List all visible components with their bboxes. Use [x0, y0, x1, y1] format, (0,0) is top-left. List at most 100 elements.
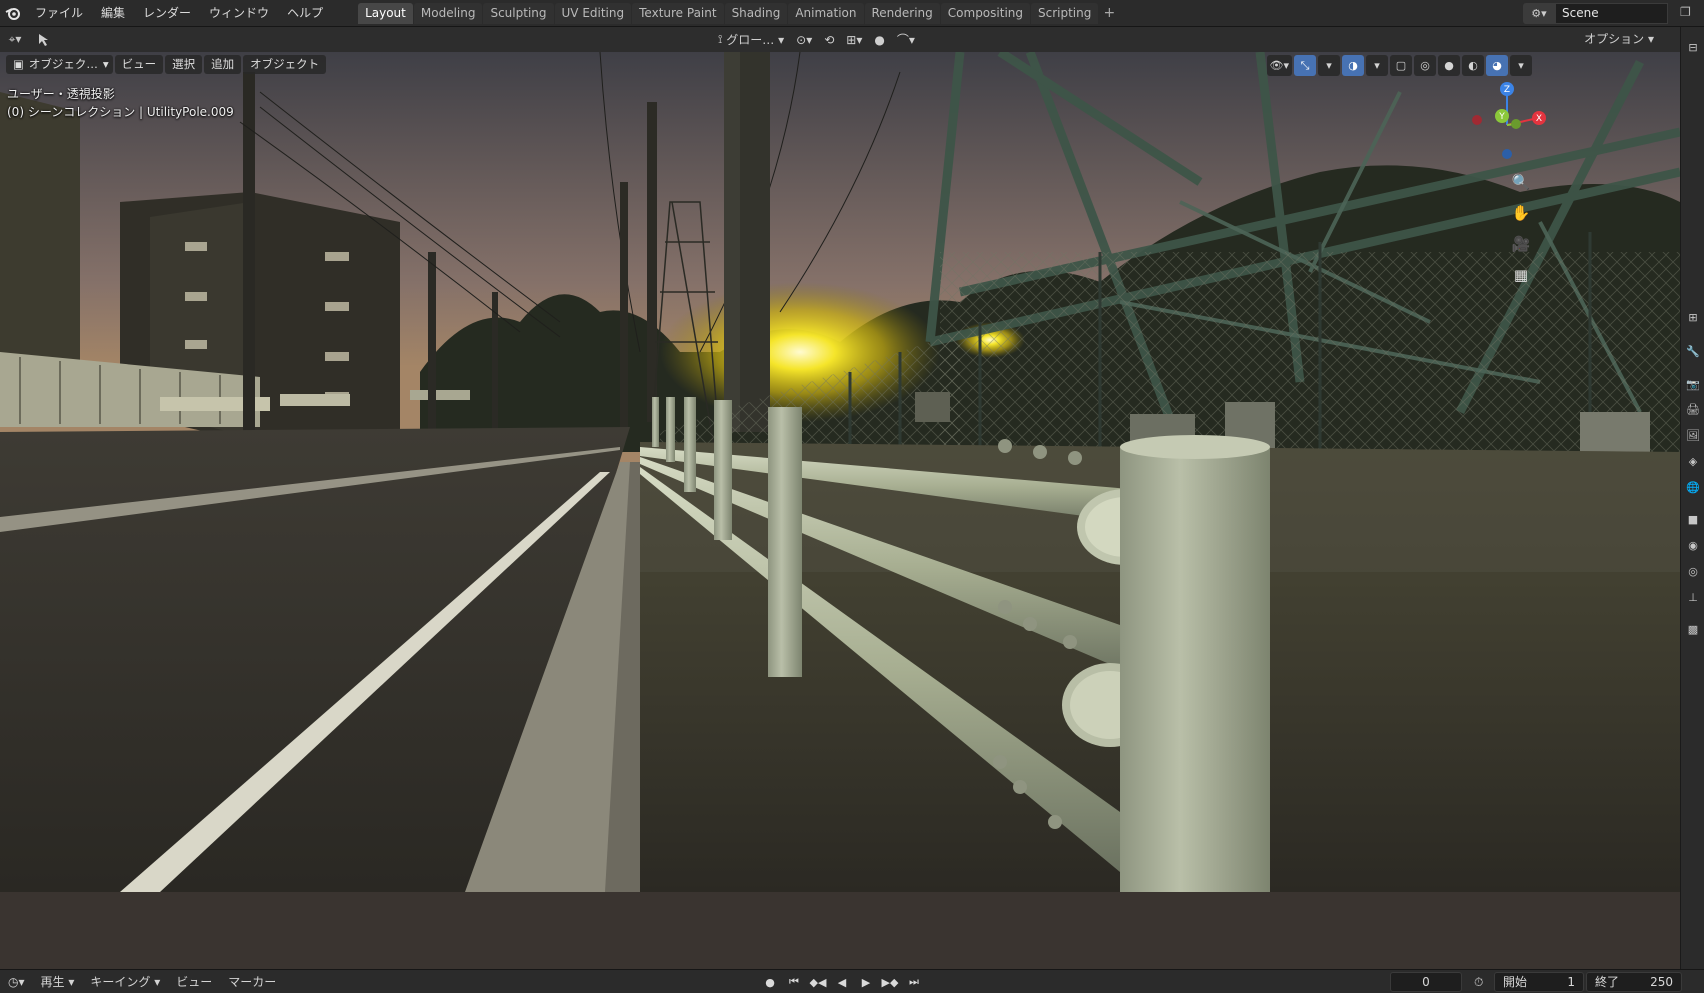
tab-texture-paint[interactable]: Texture Paint — [632, 2, 724, 24]
keying-label: キーイング — [90, 974, 151, 989]
menu-object[interactable]: オブジェクト — [243, 55, 327, 74]
new-scene-icon[interactable]: ❐ — [1680, 5, 1696, 21]
add-workspace-button[interactable]: + — [1099, 3, 1119, 24]
next-keyframe-icon[interactable]: ▶◆ — [880, 973, 900, 991]
tab-layout[interactable]: Layout — [358, 2, 413, 24]
navigation-tools: 🔍 ✋ 🎥 ▦ — [1508, 170, 1534, 287]
tool-tab-icon[interactable]: ⊞ — [1681, 305, 1704, 329]
texture-properties-icon[interactable]: ▩ — [1681, 617, 1704, 641]
constraint-properties-icon[interactable]: ⊥ — [1681, 585, 1704, 609]
zoom-icon[interactable]: 🔍 — [1508, 170, 1534, 194]
end-value: 250 — [1650, 975, 1673, 989]
physics-properties-icon[interactable]: ◎ — [1681, 559, 1704, 583]
scene-selector[interactable]: ⚙▾ Scene — [1523, 3, 1668, 24]
top-bar: ファイル 編集 レンダー ウィンドウ ヘルプ Layout Modeling S… — [0, 0, 1704, 27]
collapse-icon[interactable]: ⊟ — [1681, 35, 1704, 59]
tool-settings-icon[interactable]: 🔧 — [1681, 339, 1704, 363]
scene-name-field[interactable]: Scene — [1555, 3, 1668, 24]
orientation-label: グロー… — [726, 33, 775, 47]
menu-edit[interactable]: 編集 — [92, 3, 134, 24]
3d-viewport[interactable]: ▣ オブジェク… ▾ ビュー 選択 追加 オブジェクト ユーザー・透視投影 (0… — [0, 52, 1680, 969]
editor-type-icon[interactable]: ⌖▾ — [0, 29, 30, 50]
blender-logo-icon[interactable] — [0, 0, 26, 27]
move-tool-icon[interactable] — [30, 29, 60, 50]
view-perspective-label: ユーザー・透視投影 — [7, 87, 115, 101]
collection-info-label: (0) シーンコレクション | UtilityPole.009 — [7, 105, 234, 119]
workspace-tabs: Layout Modeling Sculpting UV Editing Tex… — [358, 2, 1119, 24]
camera-icon[interactable]: 🎥 — [1508, 232, 1534, 256]
auto-keying-icon[interactable]: ● — [760, 973, 780, 991]
start-label: 開始 — [1503, 975, 1528, 989]
play-reverse-icon[interactable]: ◀ — [832, 973, 852, 991]
tab-compositing[interactable]: Compositing — [940, 2, 1030, 24]
visibility-dropdown[interactable]: 👁▾ — [1266, 55, 1292, 76]
end-label: 終了 — [1595, 975, 1620, 989]
snap-target-dropdown[interactable]: ⊞▾ — [840, 30, 868, 50]
menu-view[interactable]: ビュー — [114, 55, 164, 74]
menu-help[interactable]: ヘルプ — [278, 3, 332, 24]
menu-render[interactable]: レンダー — [134, 3, 200, 24]
world-properties-icon[interactable]: 🌐 — [1681, 475, 1704, 499]
current-frame-field[interactable]: 0 — [1390, 972, 1462, 992]
menu-file[interactable]: ファイル — [26, 3, 92, 24]
render-properties-icon[interactable]: 📷 — [1681, 372, 1704, 396]
rendered-scene — [0, 52, 1680, 892]
menu-timeline-view[interactable]: ビュー — [168, 972, 220, 992]
timeline-header: ◷▾ 再生 ▾ キーイング ▾ ビュー マーカー ● ⏮ ◆◀ ◀ ▶ ▶◆ ⏭… — [0, 969, 1704, 993]
gizmo-dropdown[interactable]: ▾ — [1318, 55, 1340, 76]
navigation-gizmo[interactable]: Z X Y — [1462, 80, 1552, 170]
object-mode-dropdown[interactable]: ▣ オブジェク… ▾ — [6, 55, 113, 74]
menu-window[interactable]: ウィンドウ — [200, 3, 278, 24]
material-shading-icon[interactable]: ◐ — [1462, 55, 1484, 76]
view-layer-icon[interactable]: 🖼 — [1681, 423, 1704, 447]
wireframe-shading-icon[interactable]: ◎ — [1414, 55, 1436, 76]
transform-orientation-dropdown[interactable]: ⟟ グロー… ▾ — [712, 30, 790, 50]
menu-add[interactable]: 追加 — [204, 55, 242, 74]
viewport-menu-bar: ▣ オブジェク… ▾ ビュー 選択 追加 オブジェクト — [6, 55, 327, 74]
options-dropdown[interactable]: オプション ▾ — [1576, 29, 1662, 50]
properties-tab-strip: ⊟ ⊞ 🔧 📷 🖨 🖼 ◈ 🌐 ■ ◉ ◎ ⊥ ▩ — [1680, 27, 1704, 969]
tab-shading[interactable]: Shading — [724, 2, 788, 24]
chevron-down-icon: ▾ — [102, 57, 109, 71]
tab-scripting[interactable]: Scripting — [1031, 2, 1099, 24]
menu-playback[interactable]: 再生 ▾ — [33, 972, 83, 992]
modifier-properties-icon[interactable]: ◉ — [1681, 533, 1704, 557]
prev-keyframe-icon[interactable]: ◆◀ — [808, 973, 828, 991]
orientation-icon: ⟟ — [718, 32, 723, 46]
grid-icon[interactable]: ▦ — [1508, 263, 1534, 287]
shading-dropdown[interactable]: ▾ — [1510, 55, 1532, 76]
options-label: オプション — [1584, 32, 1645, 46]
gizmo-toggle[interactable]: ⤡ — [1294, 55, 1316, 76]
tab-animation[interactable]: Animation — [788, 2, 864, 24]
gizmo-z-label: Z — [1504, 85, 1510, 95]
scene-icon[interactable]: ⚙▾ — [1523, 3, 1555, 24]
start-frame-field[interactable]: 開始 1 — [1494, 972, 1584, 992]
overlay-dropdown[interactable]: ▾ — [1366, 55, 1388, 76]
tab-rendering[interactable]: Rendering — [864, 2, 940, 24]
jump-end-icon[interactable]: ⏭ — [904, 973, 924, 991]
timeline-editor-type-icon[interactable]: ◷▾ — [0, 972, 33, 992]
menu-marker[interactable]: マーカー — [220, 972, 284, 992]
menu-keying[interactable]: キーイング ▾ — [82, 972, 168, 992]
scene-properties-icon[interactable]: ◈ — [1681, 449, 1704, 473]
pivot-point-dropdown[interactable]: ⊙▾ — [790, 30, 818, 50]
stopwatch-icon[interactable]: ⏱ — [1466, 972, 1491, 992]
menu-select[interactable]: 選択 — [165, 55, 203, 74]
transform-controls: ⟟ グロー… ▾ ⊙▾ ⟲ ⊞▾ ● ⌒▾ — [712, 29, 921, 50]
overlay-toggle[interactable]: ◑ — [1342, 55, 1364, 76]
jump-start-icon[interactable]: ⏮ — [784, 973, 804, 991]
end-frame-field[interactable]: 終了 250 — [1586, 972, 1682, 992]
hand-icon[interactable]: ✋ — [1508, 201, 1534, 225]
output-properties-icon[interactable]: 🖨 — [1681, 397, 1704, 421]
solid-shading-icon[interactable]: ● — [1438, 55, 1460, 76]
rendered-shading-icon[interactable]: ◕ — [1486, 55, 1508, 76]
tab-uv-editing[interactable]: UV Editing — [554, 2, 632, 24]
object-properties-icon[interactable]: ■ — [1681, 507, 1704, 531]
proportional-edit-toggle[interactable]: ● — [868, 30, 890, 50]
proportional-falloff-dropdown[interactable]: ⌒▾ — [891, 30, 921, 50]
tab-modeling[interactable]: Modeling — [413, 2, 483, 24]
tab-sculpting[interactable]: Sculpting — [483, 2, 554, 24]
play-icon[interactable]: ▶ — [856, 973, 876, 991]
snap-toggle[interactable]: ⟲ — [818, 30, 840, 50]
xray-toggle[interactable]: ▢ — [1390, 55, 1412, 76]
